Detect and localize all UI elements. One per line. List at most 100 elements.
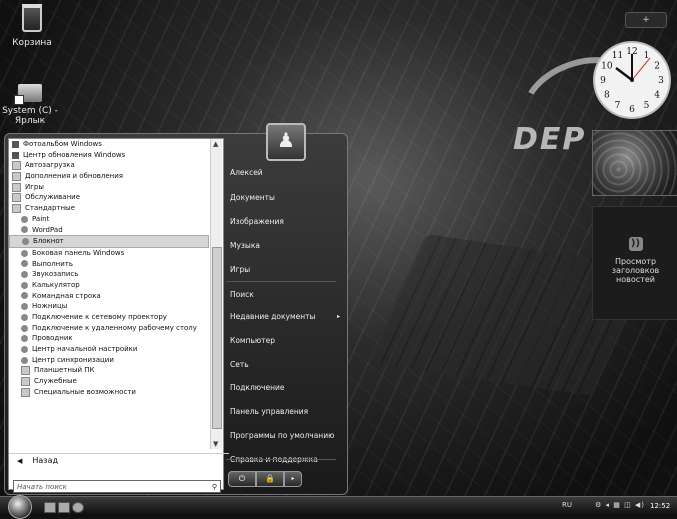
program-item[interactable]: Командная строка bbox=[9, 291, 209, 302]
program-item[interactable]: Ножницы bbox=[9, 301, 209, 312]
program-item[interactable]: Стандартные bbox=[9, 203, 209, 214]
program-label: Стандартные bbox=[25, 204, 75, 213]
desktop-icon-label: System (C) - Ярлык bbox=[2, 106, 58, 126]
folder-icon bbox=[12, 182, 21, 192]
sidebar-add-gadget-button[interactable]: + bbox=[625, 12, 667, 28]
program-label: Обслуживание bbox=[25, 193, 80, 202]
program-item[interactable]: Подключение к сетевому проектору bbox=[9, 312, 209, 323]
language-indicator[interactable]: RU bbox=[562, 501, 572, 509]
start-right-item[interactable]: Программы по умолчанию bbox=[226, 426, 346, 446]
scroll-thumb[interactable] bbox=[212, 247, 222, 429]
clock-number: 6 bbox=[629, 105, 635, 115]
scroll-down-icon[interactable]: ▼ bbox=[213, 440, 218, 448]
rss-icon: )) bbox=[628, 237, 643, 251]
program-item[interactable]: Проводник bbox=[9, 333, 209, 344]
desktop-icon-system-drive[interactable]: System (C) - Ярлык bbox=[0, 84, 60, 126]
start-right-item[interactable]: Подключение bbox=[226, 378, 346, 398]
folder-icon bbox=[12, 193, 21, 203]
start-right-item-label: Подключение bbox=[230, 383, 285, 392]
start-right-item-label: Недавние документы bbox=[230, 312, 316, 321]
start-search-input[interactable]: Начать поиск ⚲ bbox=[13, 480, 221, 493]
program-item[interactable]: Дополнения и обновления bbox=[9, 171, 209, 182]
folder-icon bbox=[21, 366, 30, 376]
show-desktop-icon[interactable] bbox=[44, 502, 56, 513]
start-right-item[interactable]: Справка и поддержка bbox=[226, 450, 346, 470]
shutdown-options-button[interactable]: ▸ bbox=[284, 471, 302, 487]
clock-number: 9 bbox=[600, 76, 606, 86]
program-label: Проводник bbox=[32, 334, 73, 343]
switch-windows-icon[interactable] bbox=[58, 502, 70, 513]
start-right-item[interactable]: Панель управления bbox=[226, 402, 346, 422]
start-right-item-label: Поиск bbox=[230, 290, 254, 299]
back-button[interactable]: ◀ Назад bbox=[9, 453, 229, 468]
browser-icon[interactable] bbox=[72, 502, 84, 513]
start-right-item[interactable]: Недавние документы ▸ bbox=[226, 307, 346, 327]
program-item[interactable]: Paint bbox=[9, 214, 209, 225]
program-item[interactable]: Звукозапись bbox=[9, 269, 209, 280]
lock-button[interactable]: 🔒 bbox=[256, 471, 284, 487]
wallpaper-brand-text: DEP bbox=[513, 122, 587, 157]
desktop-icon-label: Корзина bbox=[12, 38, 52, 48]
program-item[interactable]: Центр синхронизации bbox=[9, 355, 209, 366]
program-item[interactable]: Автозагрузка bbox=[9, 160, 209, 171]
system-tray-icons[interactable]: ⚙ ◂ ▦ ◫ ◀) bbox=[595, 501, 645, 509]
program-item[interactable]: Выполнить bbox=[9, 259, 209, 270]
start-right-item[interactable]: Алексей bbox=[226, 163, 346, 183]
menu-separator bbox=[226, 281, 336, 282]
program-label: Служебные bbox=[34, 377, 77, 386]
desktop-icon-recycle-bin[interactable]: Корзина bbox=[2, 4, 62, 48]
program-item[interactable]: Боковая панель Windows bbox=[9, 248, 209, 259]
folder-icon bbox=[12, 161, 21, 171]
start-button[interactable] bbox=[8, 495, 32, 519]
start-right-item[interactable]: Изображения bbox=[226, 212, 346, 232]
program-item[interactable]: Обслуживание bbox=[9, 192, 209, 203]
program-item[interactable]: Блокнот bbox=[9, 235, 209, 248]
program-label: Боковая панель Windows bbox=[32, 248, 125, 257]
drive-shortcut-icon bbox=[14, 84, 42, 105]
start-right-item[interactable]: Документы bbox=[226, 188, 346, 208]
start-right-item-label: Изображения bbox=[230, 217, 284, 226]
start-right-item[interactable]: Сеть bbox=[226, 355, 346, 375]
user-avatar[interactable] bbox=[266, 123, 306, 161]
program-item[interactable]: Центр обновления Windows bbox=[9, 150, 209, 161]
run-icon bbox=[21, 260, 28, 268]
clock-time[interactable]: 12:52 bbox=[650, 502, 670, 510]
program-item[interactable]: Калькулятор bbox=[9, 280, 209, 291]
program-label: Автозагрузка bbox=[25, 161, 75, 170]
program-label: Подключение к удаленному рабочему столу bbox=[32, 323, 197, 332]
clock-number: 8 bbox=[604, 91, 610, 101]
power-button[interactable]: ⏻ bbox=[228, 471, 256, 487]
program-item[interactable]: Подключение к удаленному рабочему столу bbox=[9, 323, 209, 334]
program-label: Дополнения и обновления bbox=[25, 172, 124, 181]
program-item[interactable]: Фотоальбом Windows bbox=[9, 139, 209, 150]
clock-number: 3 bbox=[658, 76, 664, 86]
program-label: Калькулятор bbox=[32, 280, 80, 289]
program-item[interactable]: Специальные возможности bbox=[9, 387, 209, 398]
program-label: Командная строка bbox=[32, 291, 101, 300]
slideshow-gadget[interactable] bbox=[592, 130, 677, 196]
program-item[interactable]: Игры bbox=[9, 182, 209, 193]
program-item[interactable]: Служебные bbox=[9, 376, 209, 387]
start-right-item-label: Программы по умолчанию bbox=[230, 431, 335, 440]
program-item[interactable]: Планшетный ПК bbox=[9, 365, 209, 376]
start-right-item-label: Панель управления bbox=[230, 407, 309, 416]
start-right-item[interactable]: Игры bbox=[226, 260, 346, 280]
search-icon[interactable]: ⚲ bbox=[212, 481, 217, 494]
scroll-up-icon[interactable]: ▲ bbox=[213, 140, 218, 148]
program-item[interactable]: WordPad bbox=[9, 225, 209, 236]
programs-scrollbar[interactable]: ▲ ▼ bbox=[210, 139, 222, 449]
start-right-item[interactable]: Музыка bbox=[226, 236, 346, 256]
notepad-icon bbox=[22, 238, 29, 246]
submenu-arrow-icon: ▸ bbox=[336, 313, 340, 320]
start-right-item[interactable]: Поиск bbox=[226, 285, 346, 305]
program-label: Центр синхронизации bbox=[32, 355, 114, 364]
welcome-icon bbox=[21, 345, 28, 353]
taskbar: RU ⚙ ◂ ▦ ◫ ◀) 12:52 bbox=[0, 495, 677, 519]
start-right-item-label: Компьютер bbox=[230, 336, 275, 345]
program-item[interactable]: Центр начальной настройки bbox=[9, 344, 209, 355]
rss-feed-gadget[interactable]: )) Просмотр заголовков новостей bbox=[592, 206, 677, 320]
clock-gadget[interactable]: 12 1234567891011 bbox=[592, 40, 672, 120]
start-right-item[interactable]: Компьютер bbox=[226, 331, 346, 351]
wordpad-icon bbox=[21, 226, 28, 234]
sidebar-icon bbox=[21, 249, 28, 257]
